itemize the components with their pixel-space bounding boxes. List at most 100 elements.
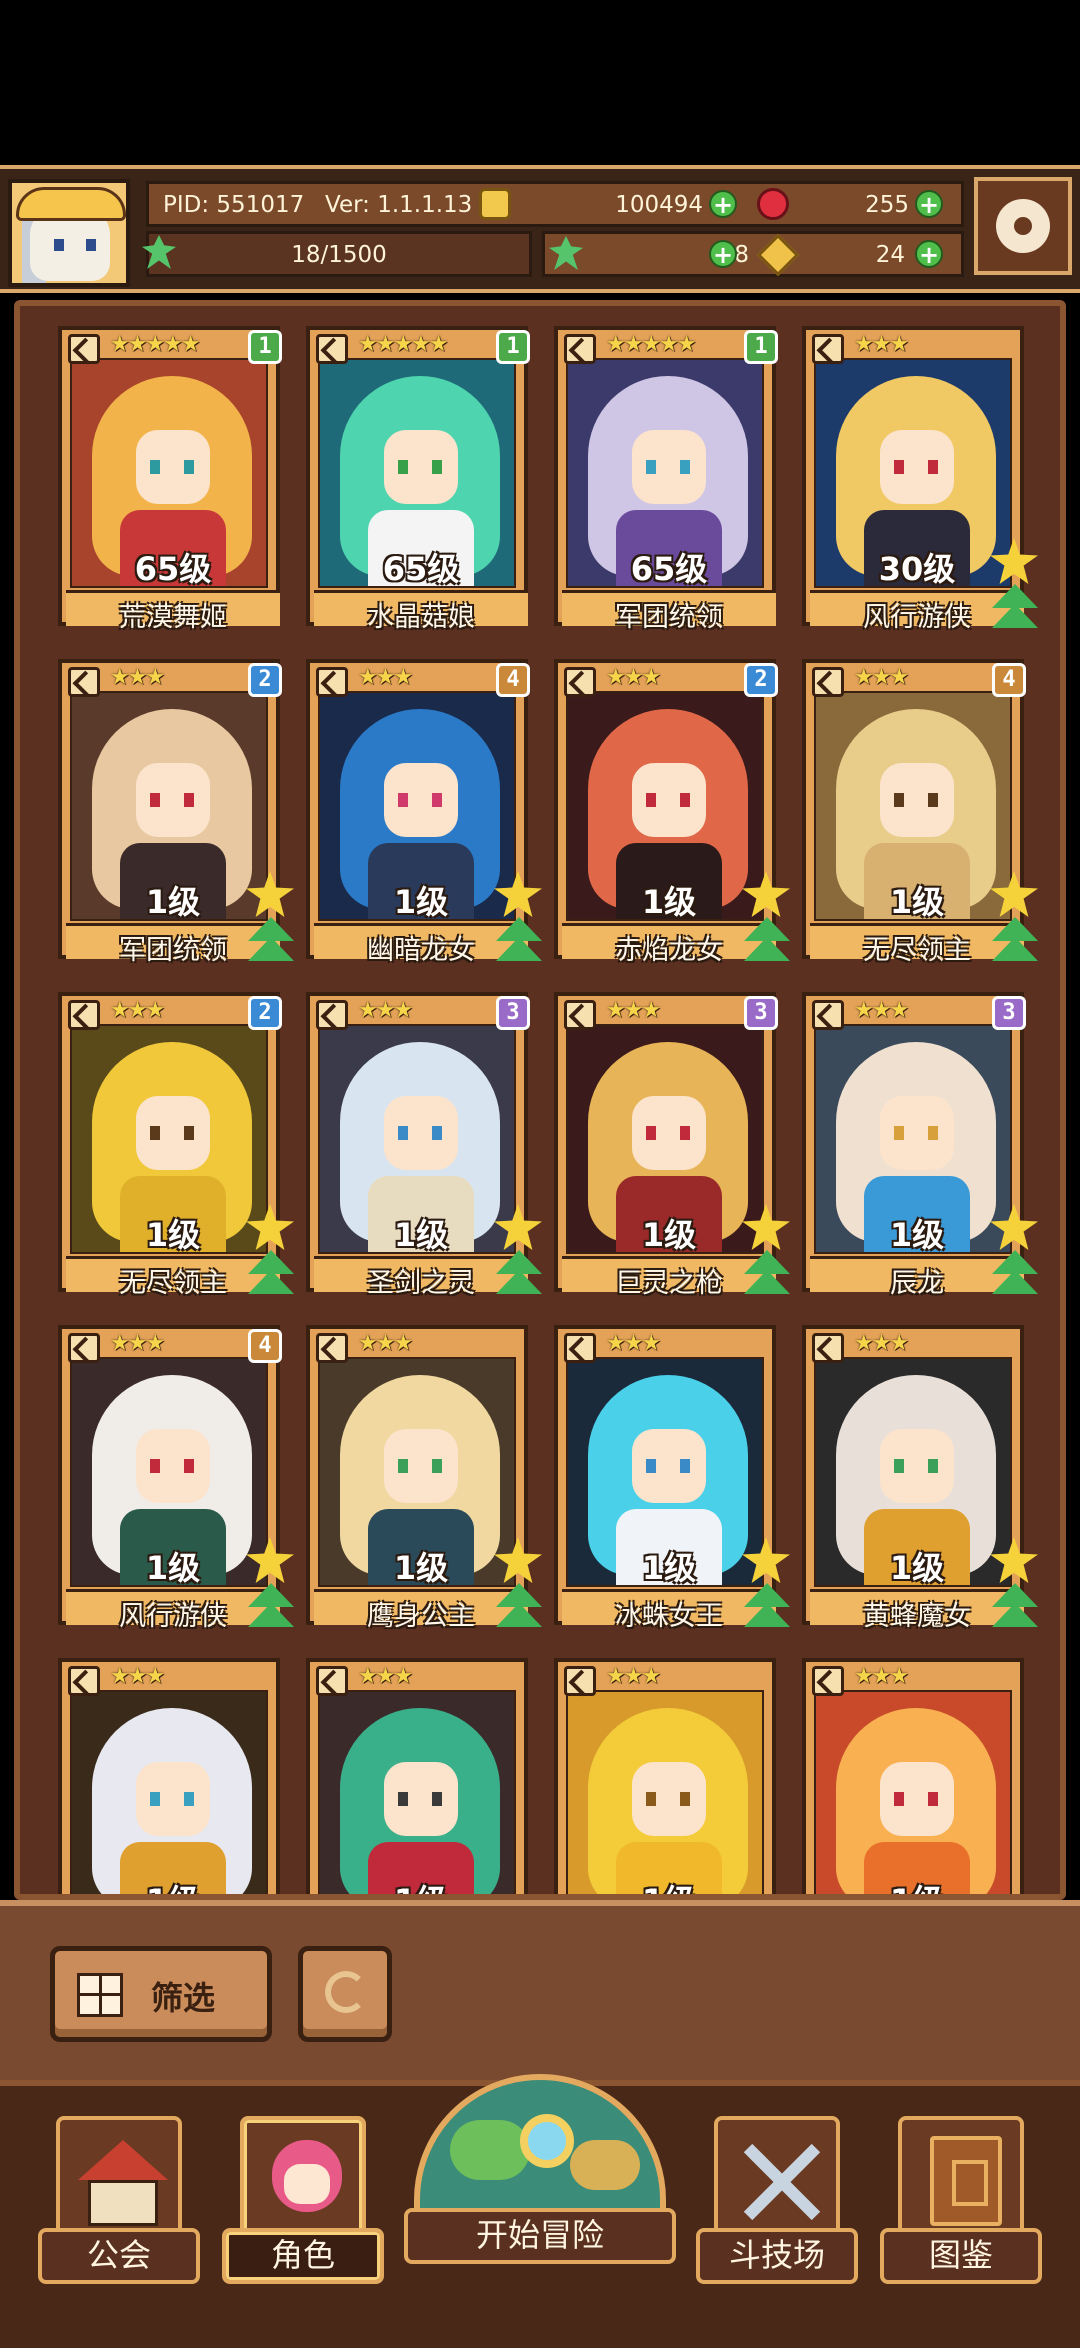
portrait-eye	[150, 1459, 160, 1473]
weapon-class-icon	[812, 1666, 844, 1696]
player-avatar[interactable]	[8, 179, 130, 287]
card-frame: ★★★1级	[554, 1658, 776, 1894]
character-card[interactable]: ★★★ 2 1级 无尽领主	[58, 992, 294, 1299]
level-up-arrow-icon[interactable]	[248, 917, 294, 963]
weapon-class-icon	[564, 1333, 596, 1363]
level-up-arrow-icon[interactable]	[496, 1250, 542, 1296]
game-version: Ver: 1.1.1.13	[325, 192, 473, 218]
character-card[interactable]: ★★★★★ 1 65级 军团统领	[554, 326, 786, 633]
portrait-eye	[646, 1792, 656, 1806]
gear-icon	[996, 199, 1050, 253]
character-card[interactable]: ★★★ 3 1级 圣剑之灵	[306, 992, 542, 1299]
card-frame: ★★★ 4 1级 无尽领主	[802, 659, 1026, 966]
codex-icon-box	[898, 2116, 1024, 2240]
card-frame: ★★★★★ 1 65级 军团统领	[554, 326, 778, 633]
character-card[interactable]: ★★★ 1级	[802, 1658, 1034, 1894]
refresh-button[interactable]	[298, 1946, 392, 2042]
portrait-eye	[680, 1459, 690, 1473]
guild-icon-box	[56, 2116, 182, 2240]
star-rating: ★★★	[854, 998, 909, 1023]
weapon-class-icon	[68, 667, 100, 697]
map-land	[450, 2120, 530, 2180]
level-up-arrow-icon[interactable]	[496, 1583, 542, 1629]
key-amount: 24	[875, 242, 905, 268]
character-card[interactable]: ★★★ 2 1级 赤焰龙女	[554, 659, 790, 966]
bottom-nav: 公会 角色 开始冒险 斗技场 图鉴	[0, 2074, 1080, 2348]
character-card[interactable]: ★★★ 4 1级 无尽领主	[802, 659, 1038, 966]
level-up-arrow-icon[interactable]	[992, 1583, 1038, 1629]
character-card[interactable]: ★★★ 1级 冰蛛女王	[554, 1325, 790, 1632]
character-portrait	[814, 1690, 1012, 1894]
resource-row-bottom: 8 + 24 +	[542, 231, 964, 277]
star-rating: ★★★	[606, 1664, 661, 1689]
character-card[interactable]: ★★★ 4 1级 风行游侠	[58, 1325, 294, 1632]
character-card[interactable]: ★★★ 1级 黄蜂魔女	[802, 1325, 1038, 1632]
portrait-eye	[398, 1126, 408, 1140]
card-frame: ★★★ 4 1级 幽暗龙女	[306, 659, 530, 966]
character-level: 1级	[62, 1876, 284, 1894]
star-rating: ★★★	[606, 998, 661, 1023]
portrait-eye	[398, 1459, 408, 1473]
settings-button[interactable]	[974, 177, 1072, 275]
portrait-eye	[184, 1126, 194, 1140]
add-key-button[interactable]: +	[915, 240, 943, 268]
gem-amount: 255	[865, 192, 909, 218]
weapon-class-icon	[316, 667, 348, 697]
character-card[interactable]: ★★★ 1级	[306, 1658, 538, 1894]
weapon-class-icon	[316, 1000, 348, 1030]
portrait-eye	[150, 793, 160, 807]
portrait-eye	[646, 793, 656, 807]
character-card[interactable]: ★★★★★ 1 65级 水晶菇娘	[306, 326, 538, 633]
add-gem-button[interactable]: +	[915, 190, 943, 218]
character-card[interactable]: ★★★ 2 1级 军团统领	[58, 659, 294, 966]
level-up-arrow-icon[interactable]	[992, 584, 1038, 630]
start-adventure-label[interactable]: 开始冒险	[404, 2208, 676, 2264]
weapon-class-icon	[812, 667, 844, 697]
star-rating: ★★★	[358, 1331, 413, 1356]
character-name: 荒漠舞姬	[119, 602, 227, 633]
character-card[interactable]: ★★★ 30级 风行游侠	[802, 326, 1038, 633]
character-card[interactable]: ★★★ 3 1级 辰龙	[802, 992, 1038, 1299]
star-rating: ★★★	[358, 665, 413, 690]
level-up-arrow-icon[interactable]	[248, 1583, 294, 1629]
role-icon-box	[240, 2116, 366, 2240]
magnifier-icon	[520, 2114, 574, 2168]
character-card[interactable]: ★★★ 1级 鹰身公主	[306, 1325, 542, 1632]
start-adventure-button[interactable]	[414, 2074, 666, 2224]
portrait-eye	[928, 1792, 938, 1806]
rank-badge: 4	[248, 1329, 282, 1363]
rank-badge: 2	[248, 996, 282, 1030]
level-up-arrow-icon[interactable]	[496, 917, 542, 963]
level-up-arrow-icon[interactable]	[744, 1583, 790, 1629]
character-level: 65级	[134, 550, 212, 588]
portrait-face	[384, 1429, 458, 1503]
character-level: 65级	[630, 550, 708, 588]
level-up-arrow-icon[interactable]	[744, 1250, 790, 1296]
name-plate: 荒漠舞姬	[66, 590, 280, 633]
player-id: PID: 551017	[163, 192, 305, 218]
level-up-arrow-icon[interactable]	[992, 1250, 1038, 1296]
portrait-eye	[894, 1126, 904, 1140]
portrait-eye	[432, 1792, 442, 1806]
grid-icon	[77, 1973, 123, 2017]
add-clover-button[interactable]: +	[709, 240, 737, 268]
portrait-face	[632, 430, 706, 504]
level-up-arrow-icon[interactable]	[248, 1250, 294, 1296]
portrait-eye	[680, 793, 690, 807]
add-gold-button[interactable]: +	[709, 190, 737, 218]
character-level: 65级	[382, 550, 460, 588]
weapon-class-icon	[564, 1666, 596, 1696]
character-card[interactable]: ★★★ 1级	[554, 1658, 786, 1894]
portrait-eye	[894, 1459, 904, 1473]
character-card[interactable]: ★★★ 3 1级 巨灵之枪	[554, 992, 790, 1299]
level-up-arrow-icon[interactable]	[744, 917, 790, 963]
portrait-face	[136, 1096, 210, 1170]
character-card[interactable]: ★★★ 1级	[58, 1658, 290, 1894]
character-card[interactable]: ★★★★★ 1 65级 荒漠舞姬	[58, 326, 290, 633]
character-card[interactable]: ★★★ 4 1级 幽暗龙女	[306, 659, 542, 966]
filter-button[interactable]: 筛选	[50, 1946, 272, 2042]
card-frame: ★★★ 1级 鹰身公主	[306, 1325, 528, 1632]
portrait-face	[136, 1429, 210, 1503]
level-up-arrow-icon[interactable]	[992, 917, 1038, 963]
weapon-class-icon	[68, 1333, 100, 1363]
